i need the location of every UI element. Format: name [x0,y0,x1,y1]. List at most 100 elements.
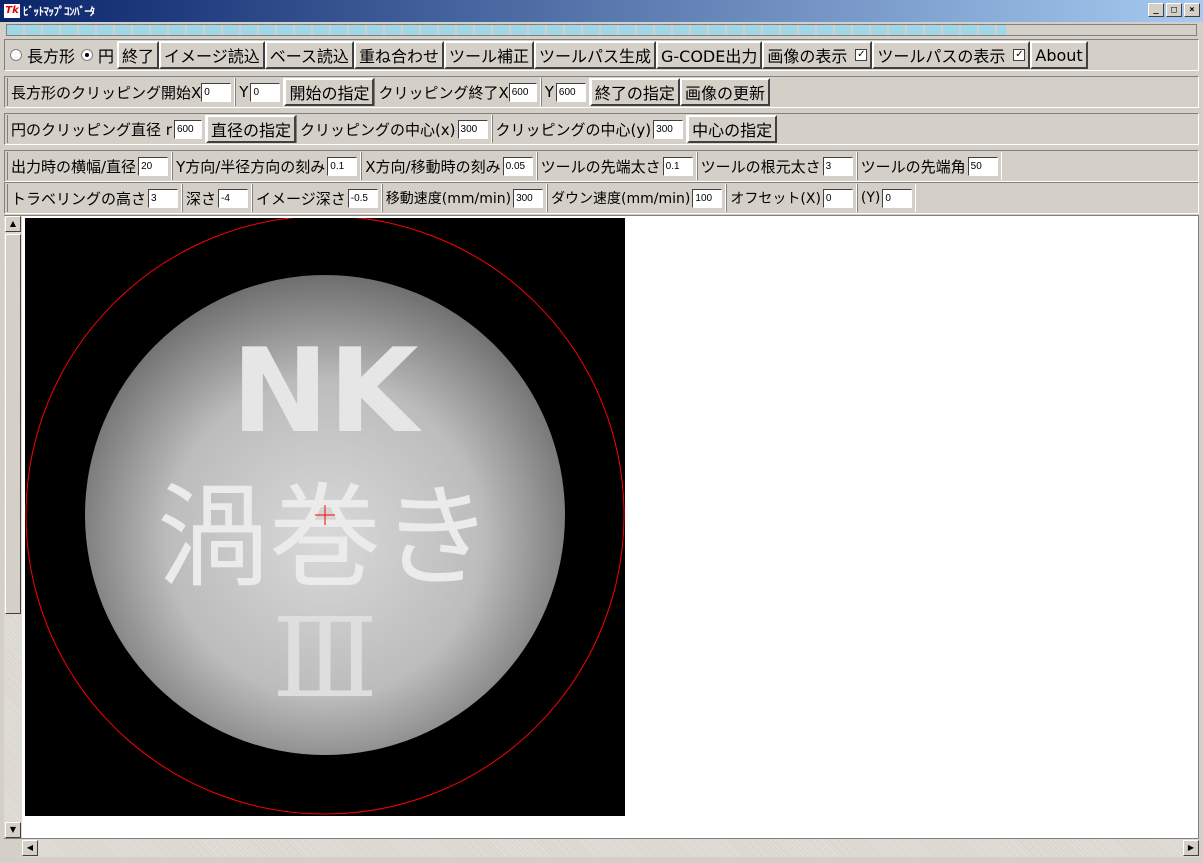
set-diameter-button[interactable]: 直径の指定 [205,115,296,143]
root-input[interactable] [822,156,853,176]
depth-input[interactable] [218,188,249,208]
y-step-group: Y方向/半径方向の刻み [172,152,362,180]
center-x-group: クリッピングの中心(x) [295,115,492,143]
maximize-button[interactable]: □ [1166,3,1182,17]
radio-rectangle-label: 長方形 [27,47,76,66]
travel-group: トラベリングの高さ [7,184,183,212]
angle-label: ツールの先端角 [860,157,966,176]
scroll-left-icon[interactable]: ◀ [22,840,38,856]
travel-input[interactable] [148,188,179,208]
img-depth-input[interactable] [347,188,378,208]
show-toolpath-label: ツールパスの表示 [877,47,1006,66]
set-end-button[interactable]: 終了の指定 [589,78,680,106]
y-step-label: Y方向/半径方向の刻み [176,157,326,176]
offset-x-input[interactable] [822,188,853,208]
rect-start-x-label: 長方形のクリッピング開始X [11,83,202,102]
update-image-button[interactable]: 画像の更新 [679,78,770,106]
motion-params-toolbar: トラベリングの高さ 深さ イメージ深さ 移動速度(mm/min) ダウン速度(m… [4,182,1199,214]
app-icon[interactable]: Tk [4,4,20,18]
tip-input[interactable] [662,156,693,176]
start-x-input[interactable] [201,82,232,102]
end-y-input[interactable] [555,82,586,102]
diameter-label: 円のクリッピング直径 r [11,120,172,139]
image-text-roman3: Ⅲ [272,594,378,722]
end-x-group: クリッピング終了X [374,78,541,106]
rect-start-label: 長方形のクリッピング開始X [7,78,236,106]
diameter-input[interactable] [173,119,202,139]
bitmap-preview: NK 渦巻き Ⅲ [25,218,625,816]
down-speed-group: ダウン速度(mm/min) [547,184,727,212]
move-speed-label: 移動速度(mm/min) [385,191,512,207]
down-speed-input[interactable] [692,188,723,208]
scroll-down-icon[interactable]: ▼ [5,822,21,838]
close-button[interactable]: × [1184,3,1200,17]
scroll-up-icon[interactable]: ▲ [5,216,21,232]
radio-circle[interactable]: 円 [78,43,117,67]
show-toolpath-checkbox[interactable]: ✓ [1013,49,1026,61]
end-y-group: Y [540,78,590,106]
center-x-label: クリッピングの中心(x) [299,120,456,139]
out-width-input[interactable] [138,156,169,176]
start-y-group: Y [235,78,285,106]
progress-fill [7,25,1006,35]
move-speed-input[interactable] [513,188,544,208]
root-label: ツールの根元太さ [700,157,821,176]
x-step-input[interactable] [502,156,533,176]
radio-rectangle[interactable]: 長方形 [7,43,78,67]
end-x-input[interactable] [508,82,537,102]
overlay-button[interactable]: 重ね合わせ [353,41,444,69]
show-image-label: 画像の表示 [767,47,848,66]
circle-clip-toolbar: 円のクリッピング直径 r 直径の指定 クリッピングの中心(x) クリッピングの中… [4,113,1199,145]
load-base-button[interactable]: ベース読込 [264,41,354,69]
center-y-input[interactable] [653,119,684,139]
angle-group: ツールの先端角 [856,152,1002,180]
end-x-label: クリッピング終了X [378,83,509,102]
title-bar: Tk ﾋﾞｯﾄﾏｯﾌﾟｺﾝﾊﾞｰﾀ _ □ × [0,0,1203,22]
load-image-button[interactable]: イメージ読込 [159,41,265,69]
tool-correct-button[interactable]: ツール補正 [443,41,534,69]
center-y-group: クリッピングの中心(y) [491,115,688,143]
radio-circle-dot[interactable] [81,49,94,61]
toolpath-generate-button[interactable]: ツールパス生成 [533,41,656,69]
set-center-button[interactable]: 中心の指定 [687,115,778,143]
depth-group: 深さ [182,184,253,212]
rect-clip-toolbar: 長方形のクリッピング開始X Y 開始の指定 クリッピング終了X Y 終了の指定 … [4,76,1199,108]
show-image-toggle[interactable]: 画像の表示 ✓ [762,41,873,69]
scroll-right-icon[interactable]: ▶ [1183,840,1199,856]
horizontal-scrollbar[interactable]: ◀ ▶ [22,839,1199,857]
exit-button[interactable]: 終了 [117,41,160,69]
out-width-group: 出力時の横幅/直径 [7,152,173,180]
set-start-button[interactable]: 開始の指定 [284,78,375,106]
gcode-output-button[interactable]: G-CODE出力 [655,41,763,69]
img-depth-label: イメージ深さ [256,189,346,208]
show-toolpath-toggle[interactable]: ツールパスの表示 ✓ [872,41,1031,69]
offset-x-label: オフセット(X) [730,191,821,207]
offset-x-group: オフセット(X) [726,184,857,212]
offset-y-input[interactable] [882,188,913,208]
output-params-toolbar: 出力時の横幅/直径 Y方向/半径方向の刻み X方向/移動時の刻み ツールの先端太… [4,150,1199,182]
about-button[interactable]: About [1030,41,1088,69]
img-depth-group: イメージ深さ [252,184,382,212]
root-group: ツールの根元太さ [696,152,857,180]
vertical-scrollbar[interactable]: ▲ ▼ [4,216,22,838]
tip-label: ツールの先端太さ [540,157,661,176]
radio-circle-label: 円 [98,47,115,66]
minimize-button[interactable]: _ [1148,3,1164,17]
move-speed-group: 移動速度(mm/min) [381,184,548,212]
center-x-input[interactable] [457,119,488,139]
window-title: ﾋﾞｯﾄﾏｯﾌﾟｺﾝﾊﾞｰﾀ [23,5,95,18]
tip-group: ツールの先端太さ [536,152,697,180]
show-image-checkbox[interactable]: ✓ [855,49,868,61]
main-toolbar: 長方形 円 終了 イメージ読込 ベース読込 重ね合わせ ツール補正 ツールパス生… [4,39,1199,71]
depth-label: 深さ [186,189,217,208]
travel-label: トラベリングの高さ [11,189,147,208]
image-text-nk: NK [232,324,423,459]
radio-rectangle-dot[interactable] [10,49,22,61]
angle-input[interactable] [967,156,998,176]
out-width-label: 出力時の横幅/直径 [11,157,137,176]
progress-bar [6,24,1197,36]
start-y-input[interactable] [250,82,281,102]
y-step-input[interactable] [327,156,358,176]
vertical-scroll-thumb[interactable] [5,234,21,614]
x-step-group: X方向/移動時の刻み [361,152,537,180]
